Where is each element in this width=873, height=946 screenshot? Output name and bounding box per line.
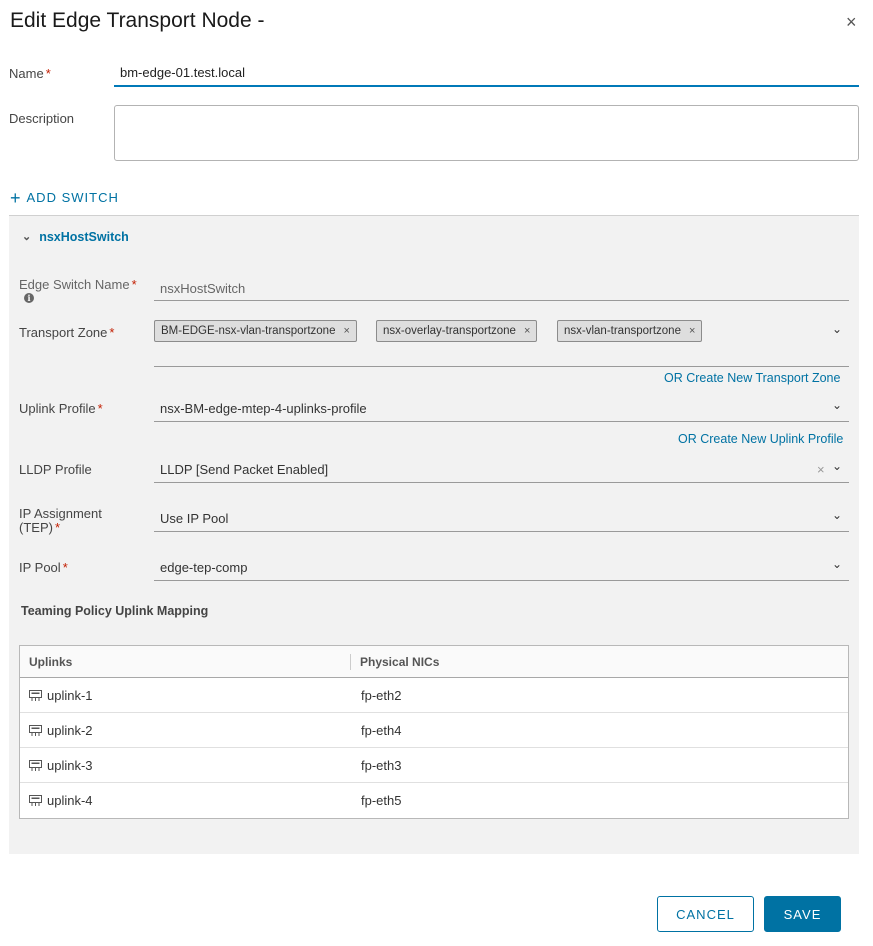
clear-icon[interactable]: × [817,462,825,477]
remove-chip-icon[interactable]: × [524,325,530,337]
chevron-down-icon: ⌄ [22,230,32,243]
ip-assignment-label: IP Assignment (TEP) * [19,506,102,535]
close-icon[interactable]: × [846,13,857,31]
save-button[interactable]: SAVE [764,896,841,932]
create-uplink-profile-link[interactable]: OR Create New Uplink Profile [678,432,843,446]
uplink-profile-label: Uplink Profile * [19,401,103,416]
description-textarea[interactable] [114,105,859,161]
chevron-down-icon[interactable]: ⌄ [832,459,842,473]
table-row[interactable]: uplink-2 fp-eth4 [20,713,848,748]
edge-switch-name-underline [154,300,849,301]
name-label: Name * [9,66,51,81]
physical-nic-cell[interactable]: fp-eth4 [361,723,401,738]
add-switch-label: ADD SWITCH [26,190,119,205]
uplink-name: uplink-3 [47,758,93,773]
physical-nic-cell[interactable]: fp-eth5 [361,793,401,808]
table-row[interactable]: uplink-4 fp-eth5 [20,783,848,818]
plus-icon: + [10,187,22,208]
transport-zone-chip: nsx-overlay-transportzone × [376,320,538,342]
column-header-uplinks[interactable]: Uplinks [29,655,72,669]
uplink-icon [29,759,42,771]
physical-nic-cell[interactable]: fp-eth2 [361,688,401,703]
uplink-icon [29,724,42,736]
ip-assignment-select[interactable]: Use IP Pool [160,511,228,526]
column-header-physical-nics[interactable]: Physical NICs [360,655,439,669]
uplink-name: uplink-2 [47,723,93,738]
edge-switch-name-label: Edge Switch Name * [19,277,137,292]
transport-zone-chip: nsx-vlan-transportzone × [557,320,703,342]
teaming-section-title: Teaming Policy Uplink Mapping [21,604,209,618]
teaming-grid: Uplinks Physical NICs uplink-1 fp-eth2 u… [19,645,849,819]
column-separator[interactable] [350,654,351,670]
uplink-profile-underline [154,421,849,422]
uplink-name: uplink-4 [47,793,93,808]
lldp-profile-label: LLDP Profile [19,462,92,477]
chevron-down-icon[interactable]: ⌄ [832,557,842,571]
remove-chip-icon[interactable]: × [689,325,695,337]
grid-header: Uplinks Physical NICs [20,646,848,678]
ip-pool-underline [154,580,849,581]
uplink-icon [29,794,42,806]
switch-header-label: nsxHostSwitch [39,230,129,244]
ip-pool-label: IP Pool * [19,560,68,575]
ip-pool-select[interactable]: edge-tep-comp [160,560,247,575]
chevron-down-icon[interactable]: ⌄ [832,322,842,336]
name-input[interactable]: bm-edge-01.test.local [114,60,859,87]
switch-header[interactable]: ⌄ nsxHostSwitch [22,230,129,244]
chevron-down-icon[interactable]: ⌄ [832,508,842,522]
uplink-profile-select[interactable]: nsx-BM-edge-mtep-4-uplinks-profile [160,401,367,416]
uplink-icon [29,689,42,701]
transport-zone-chip: BM-EDGE-nsx-vlan-transportzone × [154,320,357,342]
dialog-title: Edit Edge Transport Node - [10,9,265,32]
chevron-down-icon[interactable]: ⌄ [832,398,842,412]
description-label: Description [9,111,75,126]
transport-zone-label: Transport Zone * [19,325,115,340]
table-row[interactable]: uplink-1 fp-eth2 [20,678,848,713]
cancel-button[interactable]: CANCEL [657,896,754,932]
remove-chip-icon[interactable]: × [343,325,349,337]
edge-switch-name-input[interactable]: nsxHostSwitch [160,281,245,296]
transport-zone-underline [154,366,849,367]
lldp-profile-select[interactable]: LLDP [Send Packet Enabled] [160,462,328,477]
ip-assignment-underline [154,531,849,532]
create-transport-zone-link[interactable]: OR Create New Transport Zone [664,371,840,385]
table-row[interactable]: uplink-3 fp-eth3 [20,748,848,783]
lldp-profile-underline [154,482,849,483]
info-icon[interactable]: i [24,293,34,303]
uplink-name: uplink-1 [47,688,93,703]
physical-nic-cell[interactable]: fp-eth3 [361,758,401,773]
add-switch-button[interactable]: + ADD SWITCH [10,187,119,208]
